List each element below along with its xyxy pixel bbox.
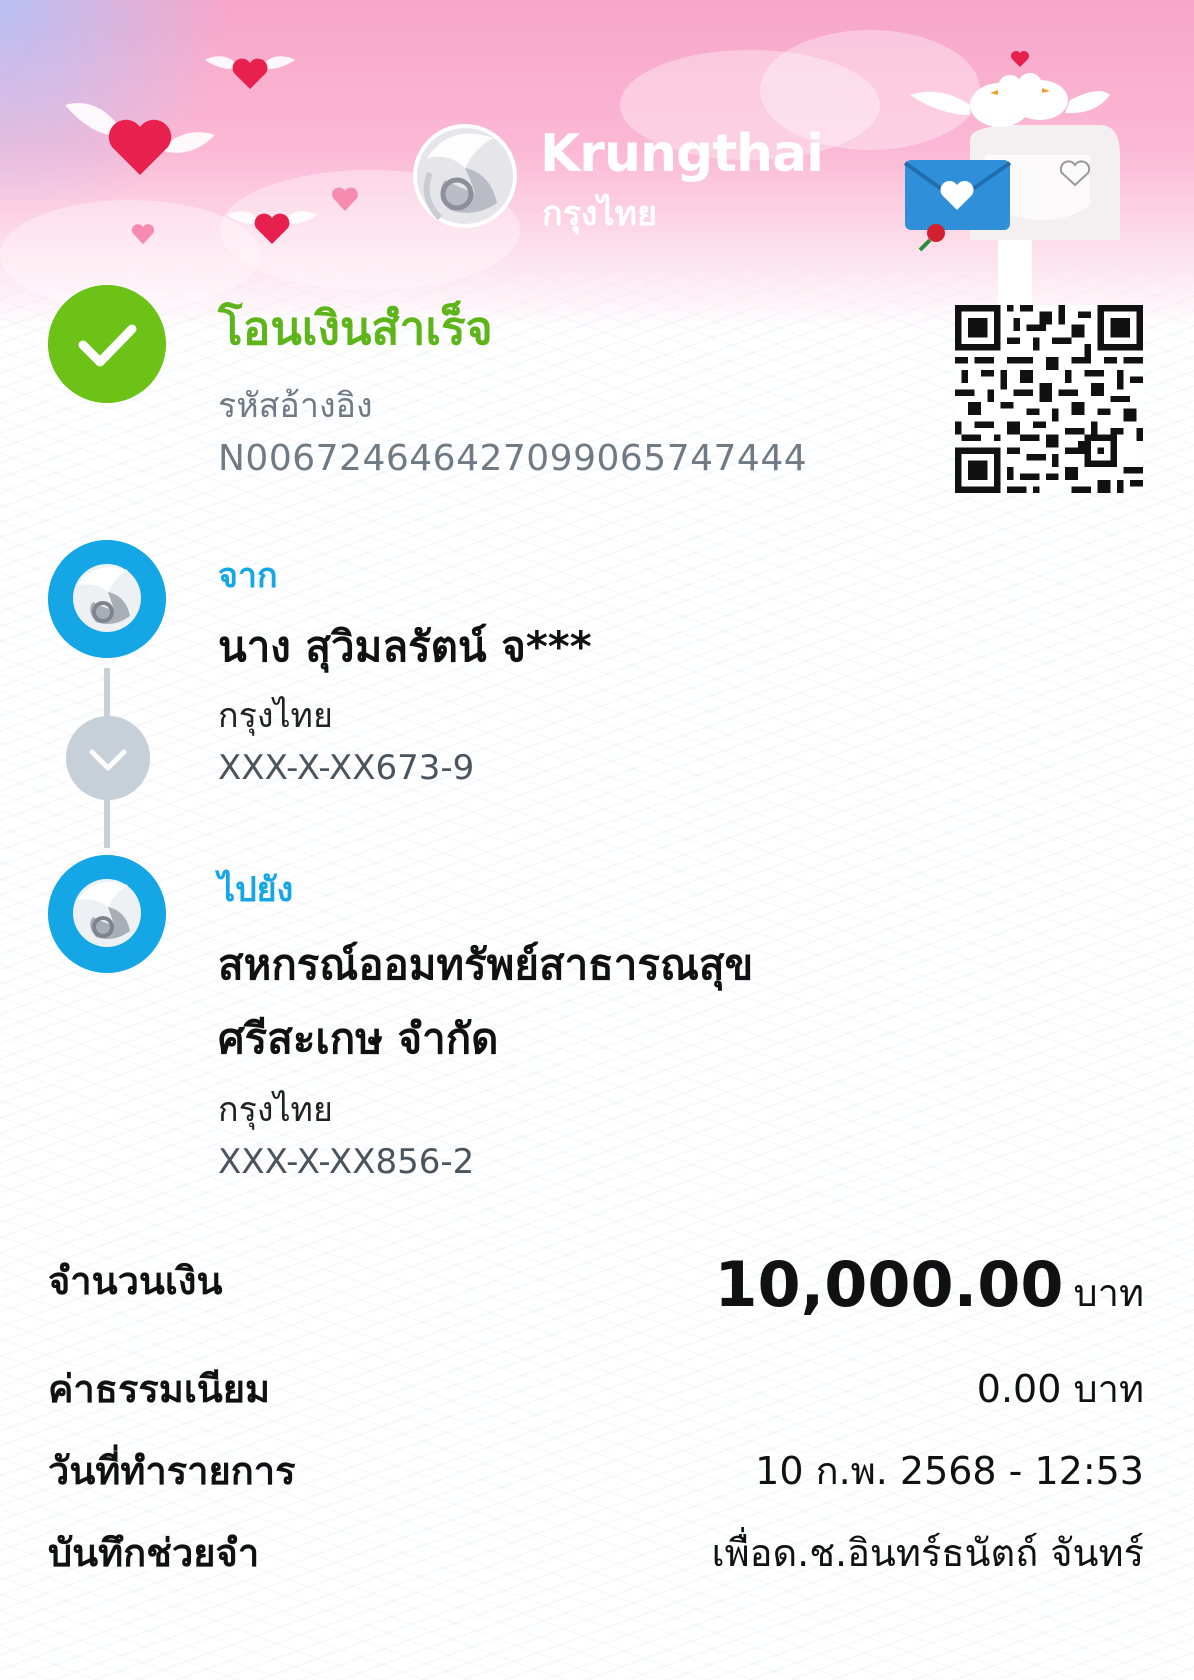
fee-value: 0.00 บาท bbox=[976, 1367, 1144, 1411]
winged-heart-icon bbox=[65, 103, 215, 175]
reference-label: รหัสอ้างอิง bbox=[218, 386, 373, 426]
amount-value-row: 10,000.00 บาท bbox=[714, 1248, 1144, 1323]
fee-label: ค่าธรรมเนียม bbox=[48, 1367, 271, 1411]
small-heart-icon bbox=[332, 187, 358, 211]
winged-heart-icon bbox=[205, 56, 295, 89]
to-bank: กรุงไทย bbox=[218, 1090, 333, 1130]
from-bank-logo-icon bbox=[48, 540, 166, 658]
memo-label: บันทึกช่วยจำ bbox=[48, 1531, 260, 1575]
check-circle-icon bbox=[48, 285, 166, 403]
mailbox-doves-illustration bbox=[903, 51, 1120, 305]
header-banner: Krungthai กรุงไทย bbox=[0, 0, 1194, 330]
from-label: จาก bbox=[218, 556, 278, 596]
to-account: XXX-X-XX856-2 bbox=[218, 1142, 475, 1182]
amount-value: 10,000.00 bbox=[714, 1248, 1064, 1321]
small-heart-icon bbox=[131, 224, 155, 245]
brand-name-th: กรุงไทย bbox=[542, 194, 657, 234]
to-name-line1: สหกรณ์ออมทรัพย์สาธารณสุข bbox=[218, 940, 754, 989]
from-name: นาง สุวิมลรัตน์ จ*** bbox=[218, 622, 592, 671]
transfer-slip: Krungthai กรุงไทย โอนเงินสำเร็จ รหัสอ้าง… bbox=[0, 0, 1194, 1680]
to-bank-logo-icon bbox=[48, 855, 166, 973]
status-title: โอนเงินสำเร็จ bbox=[218, 301, 493, 355]
amount-unit: บาท bbox=[1073, 1271, 1144, 1315]
amount-label: จำนวนเงิน bbox=[48, 1259, 223, 1303]
from-bank: กรุงไทย bbox=[218, 696, 333, 736]
to-name-line2: ศรีสะเกษ จำกัด bbox=[218, 1014, 499, 1063]
reference-value: N006724646427099065747444 bbox=[218, 438, 808, 479]
garuda-bird-icon bbox=[413, 124, 517, 228]
chevron-down-icon bbox=[66, 716, 150, 800]
to-label: ไปยัง bbox=[218, 870, 294, 910]
connector-line bbox=[104, 800, 110, 848]
date-label: วันที่ทำรายการ bbox=[48, 1449, 296, 1493]
winged-heart-icon bbox=[227, 211, 317, 244]
memo-value: เพื่อด.ช.อินทร์ธนัตถ์ จันทร์ bbox=[711, 1531, 1144, 1575]
from-account: XXX-X-XX673-9 bbox=[218, 748, 475, 788]
date-value: 10 ก.พ. 2568 - 12:53 bbox=[755, 1449, 1144, 1493]
krungthai-logo: Krungthai กรุงไทย bbox=[405, 118, 824, 238]
connector-line bbox=[104, 668, 110, 716]
brand-name-en: Krungthai bbox=[540, 124, 824, 184]
qr-code[interactable] bbox=[955, 305, 1143, 493]
